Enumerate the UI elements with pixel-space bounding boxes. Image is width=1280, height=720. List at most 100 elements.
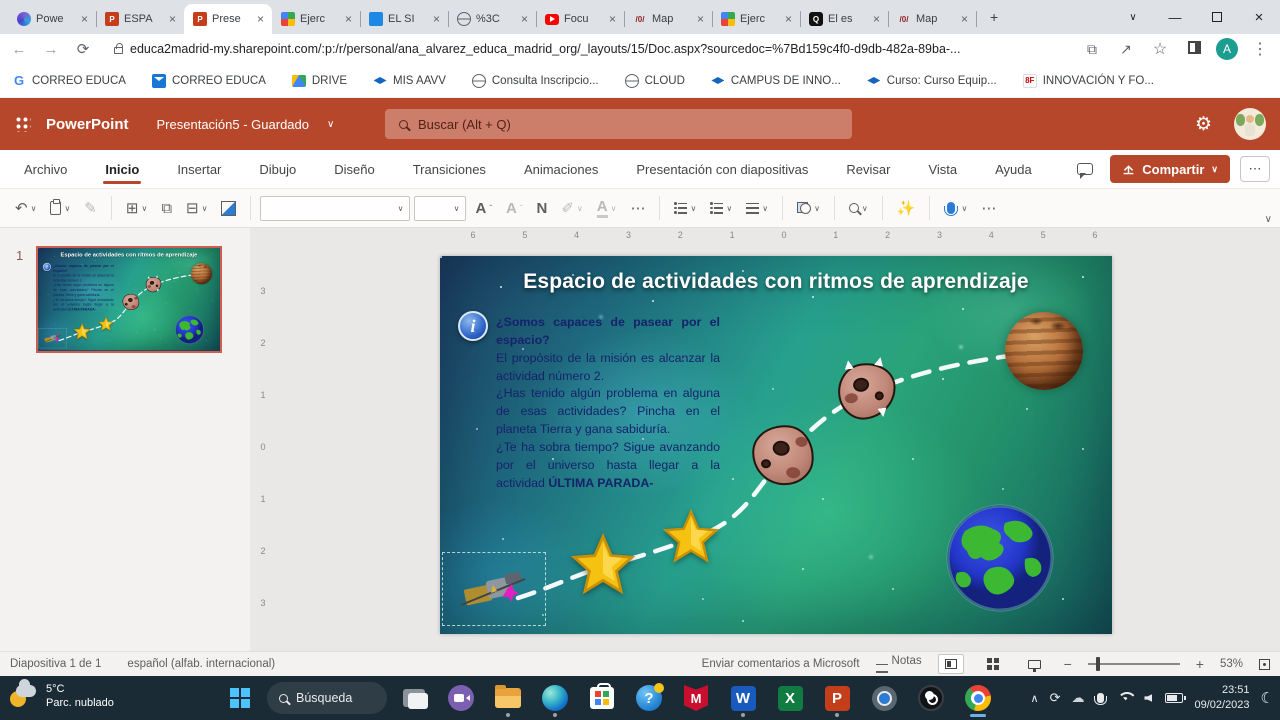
undo-button[interactable]: ↶ ∨ [10, 195, 41, 221]
search-input[interactable]: Buscar (Alt + Q) [385, 109, 852, 139]
bookmark-curso[interactable]: Curso: Curso Equip... [867, 74, 997, 88]
slide-body-textbox[interactable]: ¿Somos capaces de pasear por el espacio?… [496, 314, 720, 493]
tab-close-icon[interactable]: × [871, 12, 882, 26]
slide-canvas[interactable]: Espacio de actividades con ritmos de apr… [38, 248, 220, 351]
font-name-select[interactable]: ∨ [260, 195, 411, 221]
bookmark-correo-educa-2[interactable]: CORREO EDUCA [151, 73, 266, 88]
gold-star-right[interactable] [662, 508, 720, 566]
info-icon[interactable]: i [458, 311, 488, 341]
user-avatar[interactable] [1234, 108, 1266, 140]
obs-button[interactable] [911, 678, 951, 718]
tab-close-icon[interactable]: × [607, 12, 618, 26]
chevron-down-icon[interactable]: ∨ [327, 119, 334, 130]
night-mode-icon[interactable]: ☾ [1261, 689, 1274, 707]
earth-planet[interactable] [175, 315, 205, 345]
taskbar-search[interactable]: Búsqueda [267, 682, 387, 714]
align-button[interactable]: ∨ [741, 199, 773, 218]
slide-canvas[interactable]: Espacio de actividades con ritmos de apr… [440, 256, 1112, 634]
slide-title[interactable]: Espacio de actividades con ritmos de apr… [440, 270, 1112, 294]
onedrive-cloud-icon[interactable]: ☁ [1071, 690, 1084, 706]
forward-button[interactable]: → [40, 41, 62, 58]
start-button[interactable] [220, 678, 260, 718]
ribbon-tab-archivo[interactable]: Archivo [22, 153, 69, 186]
font-color-button[interactable]: A ∨ [592, 194, 622, 222]
bookmark-consulta[interactable]: Consulta Inscripcio... [471, 73, 599, 88]
earth-planet[interactable] [945, 503, 1055, 613]
back-button[interactable]: ← [8, 41, 30, 58]
tab-close-icon[interactable]: × [255, 12, 266, 26]
ribbon-tab-ayuda[interactable]: Ayuda [993, 153, 1034, 186]
layout-button[interactable]: ⊟ ∨ [181, 195, 212, 221]
more-font-options-button[interactable]: ⋯ [625, 195, 650, 221]
browser-tab-5[interactable]: EL SI × [360, 4, 449, 34]
bookmark-mis-aavv[interactable]: MIS AAVV [373, 74, 446, 88]
ribbon-tab-revisar[interactable]: Revisar [844, 153, 892, 186]
tray-expand-icon[interactable]: ∧ [1031, 692, 1039, 705]
zoom-slider-handle[interactable] [1095, 657, 1100, 671]
browser-menu-icon[interactable]: ⋮ [1248, 39, 1272, 59]
speaker-icon[interactable] [1144, 694, 1153, 702]
window-restore-button[interactable] [1196, 10, 1238, 25]
settings-button[interactable] [864, 678, 904, 718]
selection-box[interactable] [38, 328, 67, 349]
ribbon-tab-vista[interactable]: Vista [926, 153, 959, 186]
satellite[interactable] [457, 567, 529, 611]
font-size-select[interactable]: ∨ [414, 195, 467, 221]
bold-button[interactable]: N [532, 196, 553, 221]
browser-tab-8[interactable]: /0/ Map × [624, 4, 713, 34]
share-button[interactable]: Compartir ∨ [1110, 155, 1230, 183]
reuse-slides-button[interactable]: ⧉ [156, 196, 177, 221]
zoom-level[interactable]: 53% [1220, 658, 1243, 670]
tab-close-icon[interactable]: × [431, 12, 442, 26]
slide-body-textbox[interactable]: ¿Somos capaces de pasear por el espacio?… [53, 264, 114, 312]
slideshow-view-button[interactable] [1022, 654, 1048, 674]
tab-close-icon[interactable]: × [167, 12, 178, 26]
jupiter-planet[interactable] [1005, 312, 1083, 390]
dictate-button[interactable]: ∨ [939, 198, 972, 218]
browser-tab-3-active[interactable]: P Prese × [184, 4, 272, 34]
numbering-button[interactable]: ∨ [705, 199, 737, 218]
microphone-icon[interactable] [1094, 693, 1108, 705]
tab-close-icon[interactable]: × [79, 12, 90, 26]
bullets-button[interactable]: ∨ [669, 199, 701, 218]
ribbon-tab-dibujo[interactable]: Dibujo [257, 153, 298, 186]
bookmark-innovacion[interactable]: 8F INNOVACIÓN Y FO... [1022, 73, 1154, 88]
browser-tab-6[interactable]: %3C × [448, 4, 537, 34]
toolbar-overflow-button[interactable]: ⋯ [976, 195, 1001, 221]
bookmark-correo-educa-1[interactable]: G CORREO EDUCA [12, 73, 126, 88]
tab-close-icon[interactable]: × [343, 12, 354, 26]
shapes-button[interactable]: ∨ [792, 198, 825, 218]
bookmark-cloud[interactable]: CLOUD [624, 73, 685, 88]
browser-tab-9[interactable]: Ejerc × [712, 4, 801, 34]
gold-star-left[interactable] [570, 532, 636, 598]
grow-font-button[interactable]: Aˆ [470, 196, 497, 221]
browser-tab-10[interactable]: Q El es × [800, 4, 889, 34]
mcafee-button[interactable]: M [676, 678, 716, 718]
settings-gear-icon[interactable]: ⚙ [1195, 113, 1212, 136]
reload-button[interactable]: ⟳ [72, 40, 94, 58]
editor-button[interactable]: ✨ [892, 195, 921, 221]
notes-toggle[interactable]: Notas [875, 655, 922, 673]
shrink-font-button[interactable]: Aˇ [501, 196, 528, 221]
slide-sorter-view-button[interactable] [980, 654, 1006, 674]
browser-tab-2[interactable]: P ESPA × [96, 4, 185, 34]
zoom-slider[interactable] [1087, 657, 1180, 671]
store-button[interactable] [582, 678, 622, 718]
tab-close-icon[interactable]: × [695, 12, 706, 26]
excel-button[interactable]: X [770, 678, 810, 718]
chrome-button[interactable] [958, 678, 998, 718]
paste-button[interactable]: ∨ [45, 197, 75, 219]
jupiter-planet[interactable] [190, 263, 213, 285]
ribbon-more-button[interactable]: ⋯ [1240, 156, 1270, 182]
bookmark-campus[interactable]: CAMPUS DE INNO... [711, 74, 841, 88]
comments-button[interactable] [1070, 156, 1100, 182]
zoom-in-button[interactable]: + [1196, 656, 1204, 672]
zoom-out-button[interactable]: − [1064, 656, 1072, 672]
tab-search-caret-icon[interactable]: ∨ [1112, 12, 1154, 23]
side-panel-icon[interactable] [1182, 41, 1206, 57]
slide-thumbnail[interactable]: Espacio de actividades con ritmos de apr… [36, 246, 222, 353]
language-status[interactable]: español (alfab. internacional) [127, 658, 275, 670]
browser-profile-avatar[interactable]: A [1216, 38, 1238, 60]
browser-tab-1[interactable]: Powe × [8, 4, 97, 34]
help-button[interactable]: ? [629, 678, 669, 718]
